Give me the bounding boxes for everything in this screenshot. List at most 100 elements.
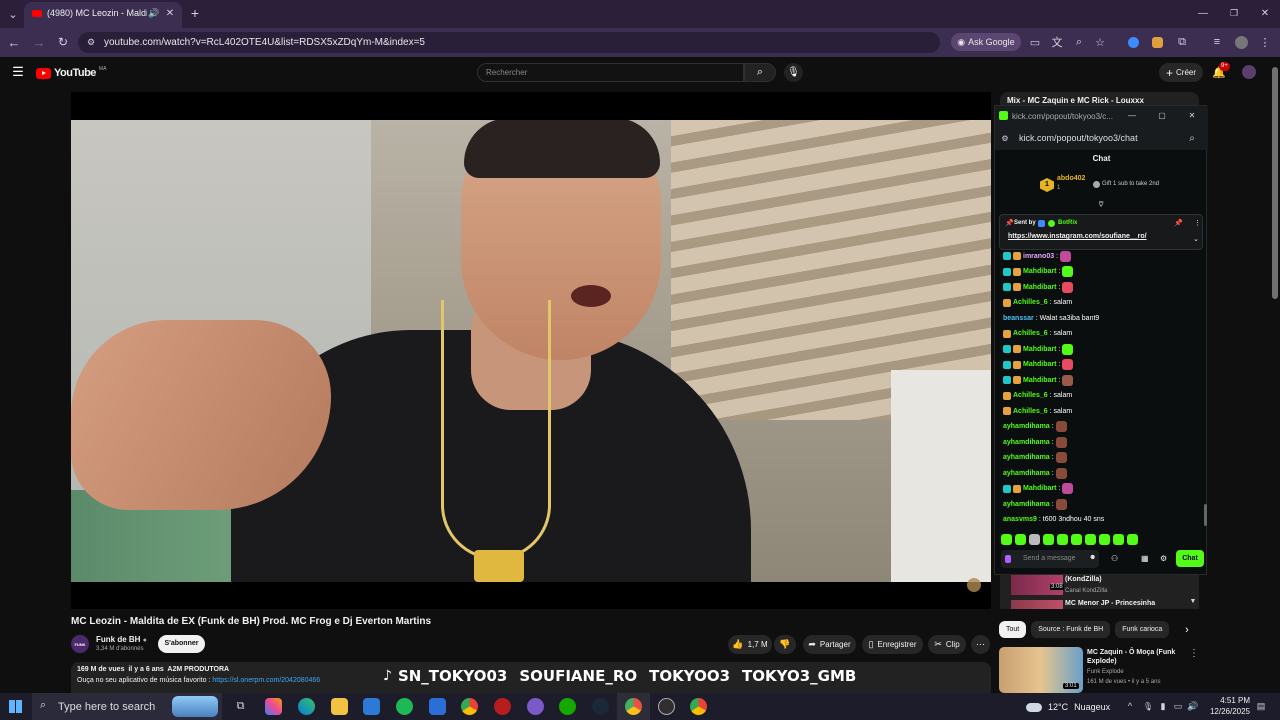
- unpin-icon[interactable]: 📌: [1174, 219, 1183, 227]
- steam-icon[interactable]: [592, 698, 609, 715]
- edge-icon[interactable]: [298, 698, 315, 715]
- emote-4-icon[interactable]: [1043, 534, 1054, 545]
- youtube-logo[interactable]: YouTube MA: [36, 66, 106, 80]
- clock[interactable]: 4:51 PM 12/26/2025: [1200, 695, 1250, 717]
- video-player[interactable]: [71, 92, 991, 609]
- upwork-icon[interactable]: [559, 698, 576, 715]
- chat-username[interactable]: Achilles_6: [1013, 330, 1048, 337]
- emote-9-icon[interactable]: [1113, 534, 1124, 545]
- chat-username[interactable]: imrano03: [1023, 253, 1054, 260]
- create-button[interactable]: + Créer: [1159, 63, 1203, 82]
- emote-3-icon[interactable]: [1029, 534, 1040, 545]
- profile-avatar[interactable]: [1235, 36, 1248, 49]
- collapse-icon[interactable]: ⩢: [1095, 200, 1107, 210]
- store-icon[interactable]: [363, 698, 380, 715]
- pinned-message[interactable]: 📌 Sent by BotRix 📌 ⋮ https://www.instagr…: [999, 214, 1203, 250]
- taskbar-search-input[interactable]: ⌕ Type here to search: [32, 693, 222, 720]
- chip-funk-carioca[interactable]: Funk carioca: [1115, 621, 1170, 638]
- chat-username[interactable]: Mahdibart: [1023, 485, 1056, 492]
- pinned-more-icon[interactable]: ⋮: [1194, 219, 1201, 227]
- chrome-icon[interactable]: [461, 698, 478, 715]
- playlist-item[interactable]: 3:08 (KondZilla) Canal KondZilla MC Meno…: [1000, 575, 1199, 609]
- emote-8-icon[interactable]: [1099, 534, 1110, 545]
- chat-username[interactable]: Achilles_6: [1013, 408, 1048, 415]
- emote-10-icon[interactable]: [1127, 534, 1138, 545]
- microphone-icon[interactable]: 🎙: [1142, 700, 1154, 712]
- hamburger-menu-icon[interactable]: ☰: [10, 64, 26, 80]
- address-bar[interactable]: ⚙ youtube.com/watch?v=RcL402OTE4U&list=R…: [78, 32, 1021, 53]
- kick-minimize-icon[interactable]: —: [1127, 110, 1137, 121]
- reload-icon[interactable]: ↻: [55, 34, 71, 50]
- emote-6-icon[interactable]: [1071, 534, 1082, 545]
- tray-chevron-icon[interactable]: ^: [1124, 700, 1136, 712]
- description-link[interactable]: https://sl.onerpm.com/2042080466: [212, 677, 320, 684]
- mail-icon[interactable]: [429, 698, 446, 715]
- chat-username[interactable]: Achilles_6: [1013, 392, 1048, 399]
- emote-2-icon[interactable]: [1015, 534, 1026, 545]
- chips-next-icon[interactable]: ›: [1180, 623, 1194, 637]
- close-window-icon[interactable]: ✕: [1258, 6, 1272, 20]
- chrome-profile-icon[interactable]: [527, 698, 544, 715]
- site-info-icon[interactable]: ⚙: [85, 36, 97, 49]
- chat-username[interactable]: ayhamdihama: [1003, 501, 1050, 508]
- more-actions-button[interactable]: ⋯: [971, 635, 990, 654]
- start-button-icon[interactable]: [9, 700, 22, 713]
- translate-icon[interactable]: 文: [1050, 35, 1064, 49]
- kick-search-icon[interactable]: ⌕: [1186, 132, 1198, 144]
- chip-all[interactable]: Tout: [999, 621, 1027, 638]
- back-icon[interactable]: ←: [6, 34, 22, 50]
- top-gifter-banner[interactable]: 1 abdo402 1 Gift 1 sub to take 2nd: [1040, 174, 1180, 196]
- notification-center-icon[interactable]: ▤: [1254, 699, 1268, 713]
- recommended-video[interactable]: 3:01 MC Zaquin - Ô Moça (Funk Explode) F…: [999, 647, 1200, 693]
- channel-avatar[interactable]: FUNK: [71, 635, 89, 653]
- weather-widget[interactable]: 12°C Nuageux: [1026, 700, 1110, 714]
- zoom-icon[interactable]: ⌕: [1072, 35, 1086, 49]
- new-tab-button[interactable]: +: [187, 5, 203, 21]
- ask-google-button[interactable]: ◉ Ask Google: [951, 33, 1021, 51]
- chat-username[interactable]: Mahdibart: [1023, 377, 1056, 384]
- playlist-expand-icon[interactable]: ▼: [1188, 596, 1198, 606]
- chat-input[interactable]: Send a message ☻: [1001, 550, 1099, 568]
- kick-url-bar[interactable]: ⚙ kick.com/popout/tokyoo3/chat ⌕: [995, 126, 1208, 150]
- extension-orange-icon[interactable]: [1152, 37, 1163, 48]
- voice-search-icon[interactable]: 🎙: [784, 63, 803, 82]
- chat-username[interactable]: ayhamdihama: [1003, 423, 1050, 430]
- spotify-icon[interactable]: [396, 698, 413, 715]
- chat-username[interactable]: anasvms9: [1003, 516, 1037, 523]
- network-icon[interactable]: ▭: [1172, 700, 1184, 712]
- minimize-icon[interactable]: —: [1196, 6, 1210, 20]
- volume-icon[interactable]: 🔊: [1187, 700, 1199, 712]
- like-button[interactable]: 👍 1,7 M: [728, 635, 772, 654]
- audio-icon[interactable]: 🔊: [148, 7, 160, 19]
- tab-search-icon[interactable]: ⌄: [5, 6, 21, 22]
- chat-username[interactable]: Mahdibart: [1023, 268, 1056, 275]
- emote-7-icon[interactable]: [1085, 534, 1096, 545]
- chat-tools-icon[interactable]: ⚇: [1111, 554, 1118, 563]
- kick-restore-icon[interactable]: ▢: [1157, 110, 1167, 121]
- chrome-menu-icon[interactable]: ⋮: [1259, 35, 1271, 49]
- chat-username[interactable]: ayhamdihama: [1003, 439, 1050, 446]
- account-avatar[interactable]: [1242, 65, 1256, 79]
- tray-app-icon[interactable]: ▮: [1157, 700, 1169, 712]
- clip-button[interactable]: ✂ Clip: [928, 635, 966, 654]
- subscribe-button[interactable]: S'abonner: [158, 635, 205, 653]
- chat-username[interactable]: Mahdibart: [1023, 346, 1056, 353]
- bookmark-star-icon[interactable]: ☆: [1093, 35, 1107, 49]
- youtube-search-input[interactable]: Rechercher: [477, 63, 744, 82]
- chip-source[interactable]: Source : Funk de BH: [1031, 621, 1111, 638]
- rec-more-icon[interactable]: ⋮: [1189, 647, 1199, 659]
- reading-list-icon[interactable]: ≡: [1210, 35, 1224, 49]
- mix-playlist-header[interactable]: Mix - MC Zaquin e MC Rick - Louxxx: [1000, 92, 1199, 106]
- emoji-icon[interactable]: ☻: [1089, 554, 1096, 561]
- obs-icon[interactable]: [658, 698, 675, 715]
- file-explorer-icon[interactable]: [331, 698, 348, 715]
- close-tab-icon[interactable]: ✕: [164, 6, 176, 20]
- browser-tab[interactable]: (4980) MC Leozin - Maldita 🔊 ✕: [24, 2, 182, 28]
- kick-close-icon[interactable]: ✕: [1187, 110, 1197, 121]
- search-button[interactable]: ⌕: [744, 63, 776, 82]
- emote-5-icon[interactable]: [1057, 534, 1068, 545]
- chat-settings-icon[interactable]: ⚙: [1160, 554, 1167, 563]
- save-button[interactable]: ▯ Enregistrer: [862, 635, 923, 654]
- chrome-extra-icon[interactable]: [690, 698, 707, 715]
- chat-username[interactable]: ayhamdihama: [1003, 454, 1050, 461]
